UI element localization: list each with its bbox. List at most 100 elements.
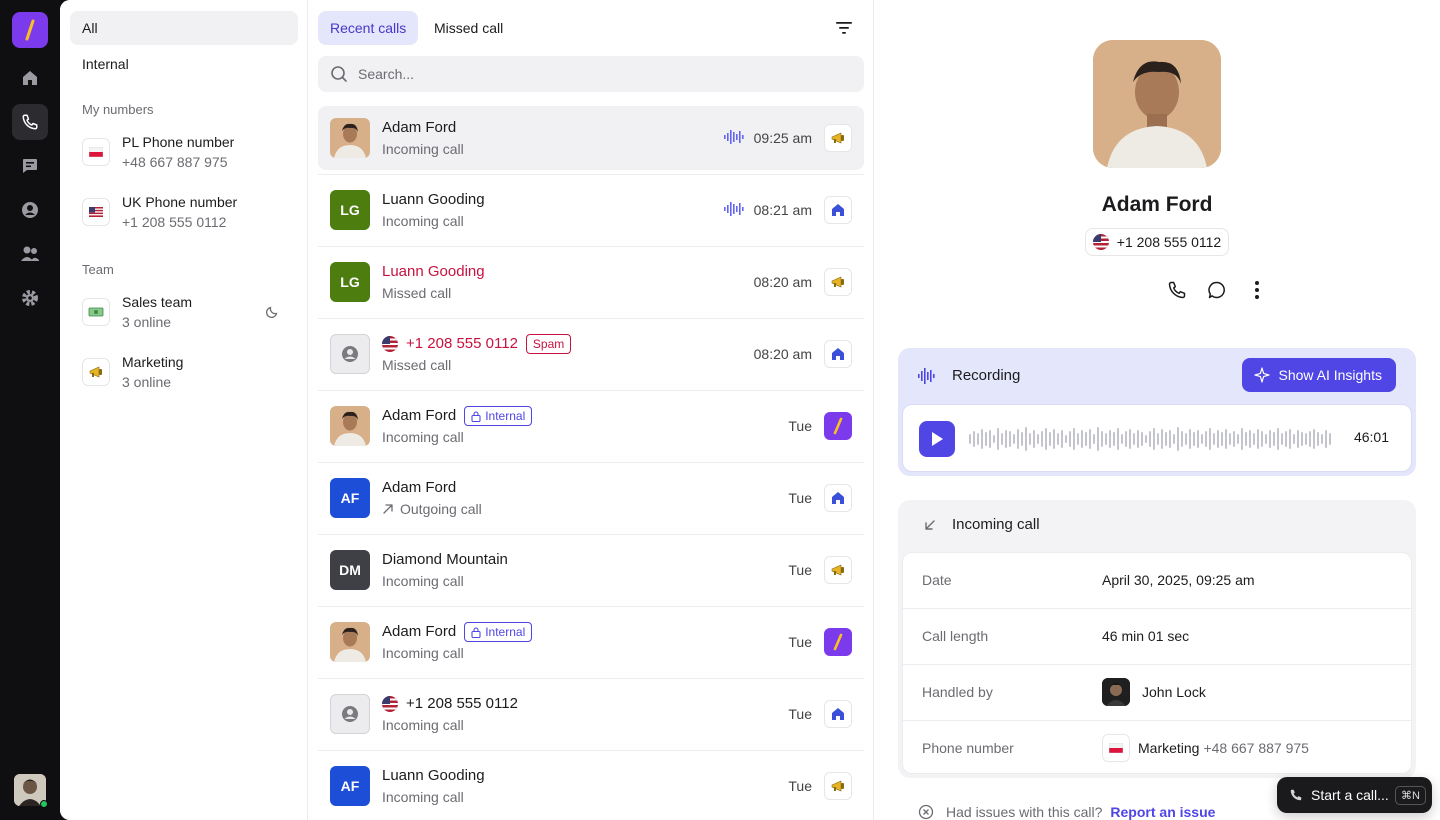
waveform-bar [1137,430,1139,448]
report-issue-link[interactable]: Report an issue [1110,804,1215,820]
waveform-bar [1141,432,1143,446]
call-row[interactable]: AF Luann Gooding Incoming call Tue [318,754,864,818]
waveform-bar [997,428,999,450]
waveform-bar [1029,433,1031,445]
call-row[interactable]: Adam Ford Internal Incoming call Tue [318,394,864,463]
team-entry-sales[interactable]: Sales team 3 online [82,288,288,336]
incoming-arrow-icon [925,520,935,530]
call-contact: Adam Ford [382,118,456,138]
waveform-bar [1037,434,1039,444]
handler-avatar [1102,678,1130,706]
waveform-bar [1117,428,1119,450]
recording-title: Recording [952,367,1021,384]
recording-indicator-icon [724,202,744,219]
filter-all[interactable]: All [70,11,298,45]
us-flag-icon [1092,234,1109,250]
row-divider [318,750,864,751]
handler[interactable]: John Lock [1102,678,1206,706]
home-nav-icon[interactable] [12,60,48,96]
start-call-button[interactable]: Start a call... ⌘N [1277,777,1432,813]
call-row[interactable]: Adam Ford Internal Incoming call Tue [318,610,864,679]
call-type: Missed call [382,283,451,303]
info-key: Call length [922,628,989,644]
contact-name: Adam Ford [382,479,457,496]
brand-logo-icon[interactable] [12,12,48,48]
filter-icon[interactable] [835,19,853,40]
call-time: 09:25 am [753,130,812,146]
more-options-icon[interactable] [1245,278,1269,302]
line-value[interactable]: Marketing +48 667 887 975 [1102,734,1309,762]
team-title: Sales team [122,294,193,310]
waveform-bar [1085,432,1087,446]
call-contact: Adam Ford [382,478,456,498]
call-contact: Luann Gooding [382,262,485,282]
contact-name: Luann Gooding [382,263,485,280]
call-info-table: Date April 30, 2025, 09:25 am Call lengt… [902,552,1412,774]
recording-card: Recording Show AI Insights 46:01 [898,348,1416,476]
waveform-bar [1097,427,1099,451]
number-entry-uk[interactable]: UK Phone number +1 208 555 0112 [82,188,288,236]
contact-photo [1093,40,1221,168]
recording-indicator-icon [724,130,744,147]
call-time: Tue [788,562,812,578]
audio-player: 46:01 [902,404,1412,472]
call-time: 08:20 am [753,274,812,290]
online-status-dot [40,800,48,808]
waveform-bar [1241,428,1243,450]
call-type-label: Missed call [382,285,452,301]
message-icon[interactable] [1205,278,1229,302]
call-row[interactable]: DM Diamond Mountain Incoming call Tue [318,538,864,607]
waveform-bar [977,433,979,445]
line-number: +48 667 887 975 [1203,740,1309,756]
waveform-bar [985,432,987,446]
tab-recent-calls[interactable]: Recent calls [318,11,419,45]
us-flag-icon [82,198,110,226]
waveform-bar [1325,430,1327,448]
contact-avatar [330,406,370,446]
call-time: Tue [788,490,812,506]
play-button[interactable] [919,421,955,457]
waveform-bar [1201,434,1203,444]
waveform-bar [1273,432,1275,446]
my-numbers-heading: My numbers [82,102,154,117]
waveform-bar [989,430,991,448]
call-row[interactable]: +1 208 555 0112 Incoming call Tue [318,682,864,751]
waveform-bar [1177,427,1179,451]
call-type: Incoming call [382,787,464,807]
number-value: +48 667 887 975 [122,154,228,170]
search-icon [331,66,347,82]
info-key: Phone number [922,740,1014,756]
number-entry-pl[interactable]: PL Phone number +48 667 887 975 [82,128,288,176]
team-entry-marketing[interactable]: Marketing 3 online [82,348,288,396]
call-type: Incoming call [382,715,464,735]
internal-badge: Internal [464,406,533,426]
megaphone-icon [824,124,852,152]
call-row[interactable]: LG Luann Gooding Missed call 08:20 am [318,250,864,319]
waveform-bar [1053,429,1055,449]
search-input[interactable] [358,66,838,82]
call-icon[interactable] [1165,278,1189,302]
info-row-date: Date April 30, 2025, 09:25 am [903,553,1411,609]
waveform[interactable] [969,425,1335,453]
audio-wave-icon [918,368,935,384]
call-contact: +1 208 555 0112 [382,694,518,714]
call-row[interactable]: Adam Ford Incoming call 09:25 am [318,106,864,175]
settings-nav-icon[interactable] [12,280,48,316]
waveform-bar [1153,428,1155,450]
waveform-bar [1205,431,1207,447]
call-row[interactable]: +1 208 555 0112 Spam Missed call 08:20 am [318,322,864,391]
show-ai-insights-button[interactable]: Show AI Insights [1242,358,1396,392]
waveform-bar [1005,430,1007,448]
tab-missed-call[interactable]: Missed call [422,11,515,45]
call-contact: Adam Ford Internal [382,406,533,426]
call-row[interactable]: AF Adam Ford Outgoing call Tue [318,466,864,535]
call-contact: Adam Ford Internal [382,622,533,642]
filter-internal[interactable]: Internal [70,47,298,81]
contact-nav-icon[interactable] [12,192,48,228]
messages-nav-icon[interactable] [12,148,48,184]
call-row[interactable]: LG Luann Gooding Incoming call 08:21 am [318,178,864,247]
contact-phone-chip[interactable]: +1 208 555 0112 [1085,228,1229,256]
team-nav-icon[interactable] [12,236,48,272]
phone-nav-icon[interactable] [12,104,48,140]
call-type-label: Incoming call [382,717,464,733]
